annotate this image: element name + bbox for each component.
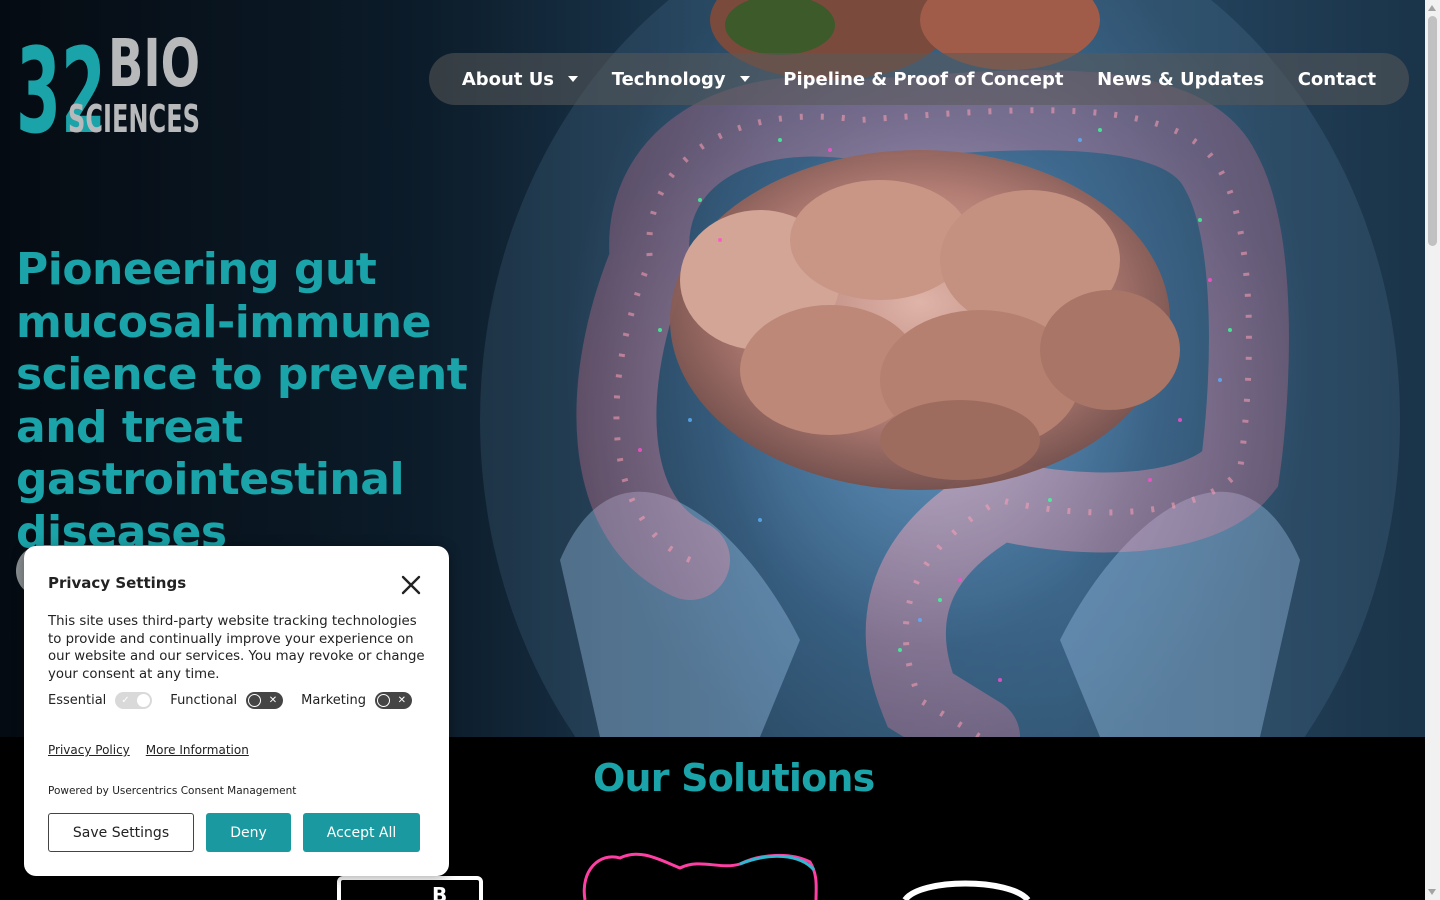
toggle-functional-label: Functional [170, 693, 238, 708]
toggle-essential-label: Essential [48, 693, 107, 708]
toggle-marketing-label: Marketing [301, 693, 366, 708]
nav-contact[interactable]: Contact [1298, 69, 1376, 90]
nav-about-us-label: About Us [461, 68, 555, 90]
nav-news-label: News & Updates [1097, 68, 1265, 90]
consent-actions: Save Settings Deny Accept All [48, 813, 420, 852]
x-icon: ✕ [397, 695, 406, 706]
page-scrollbar[interactable] [1425, 0, 1440, 900]
company-logo[interactable]: 32 BIO SCIENCES [16, 22, 202, 138]
nav-technology-label: Technology [611, 68, 726, 90]
consent-links: Privacy Policy More Information [48, 743, 425, 757]
consent-toggles: Essential ✓ Functional ✕ Marketing ✕ [48, 692, 425, 709]
hero-headline: Pioneering gut mucosal-immune science to… [16, 244, 468, 558]
privacy-settings-dialog: Privacy Settings This site uses third-pa… [24, 546, 449, 876]
toggle-marketing-switch[interactable]: ✕ [374, 692, 412, 709]
main-navigation: About Us Technology Pipeline & Proof of … [429, 53, 1409, 105]
close-icon[interactable] [400, 574, 422, 596]
nav-pipeline[interactable]: Pipeline & Proof of Concept [783, 69, 1063, 90]
toggle-marketing-group: Marketing ✕ [301, 692, 412, 709]
svg-text:BIO: BIO [108, 25, 200, 102]
check-icon: ✓ [121, 695, 130, 706]
toggle-functional-switch[interactable]: ✕ [246, 692, 284, 709]
chevron-down-icon [739, 76, 750, 82]
circle-icon [902, 880, 1031, 900]
toggle-essential-group: Essential ✓ [48, 692, 153, 709]
nav-news-updates[interactable]: News & Updates [1097, 69, 1264, 90]
deny-button[interactable]: Deny [206, 813, 291, 852]
toggle-essential-switch: ✓ [115, 692, 153, 709]
privacy-policy-link[interactable]: Privacy Policy [48, 743, 130, 757]
nav-technology[interactable]: Technology [612, 69, 750, 90]
scroll-down-icon[interactable] [1428, 889, 1436, 895]
chevron-down-icon [568, 76, 579, 82]
save-settings-button[interactable]: Save Settings [48, 813, 194, 852]
toggle-functional-group: Functional ✕ [170, 692, 284, 709]
scroll-thumb[interactable] [1428, 16, 1437, 246]
privacy-settings-title: Privacy Settings [48, 574, 187, 592]
solutions-title: Our Solutions [593, 756, 875, 800]
x-icon: ✕ [268, 695, 278, 706]
nav-about-us[interactable]: About Us [461, 68, 579, 90]
gut-outline-icon [582, 852, 818, 900]
privacy-settings-body: This site uses third-party website track… [48, 614, 425, 682]
svg-text:SCIENCES: SCIENCES [68, 97, 200, 138]
svg-text:B: B [432, 883, 447, 900]
scroll-up-icon[interactable] [1428, 5, 1436, 11]
nav-contact-label: Contact [1297, 68, 1377, 90]
powered-by-text: Powered by Usercentrics Consent Manageme… [48, 785, 297, 797]
nav-pipeline-label: Pipeline & Proof of Concept [783, 68, 1064, 90]
solution-box-icon: B [337, 876, 483, 900]
more-information-link[interactable]: More Information [146, 743, 249, 757]
accept-all-button[interactable]: Accept All [303, 813, 420, 852]
